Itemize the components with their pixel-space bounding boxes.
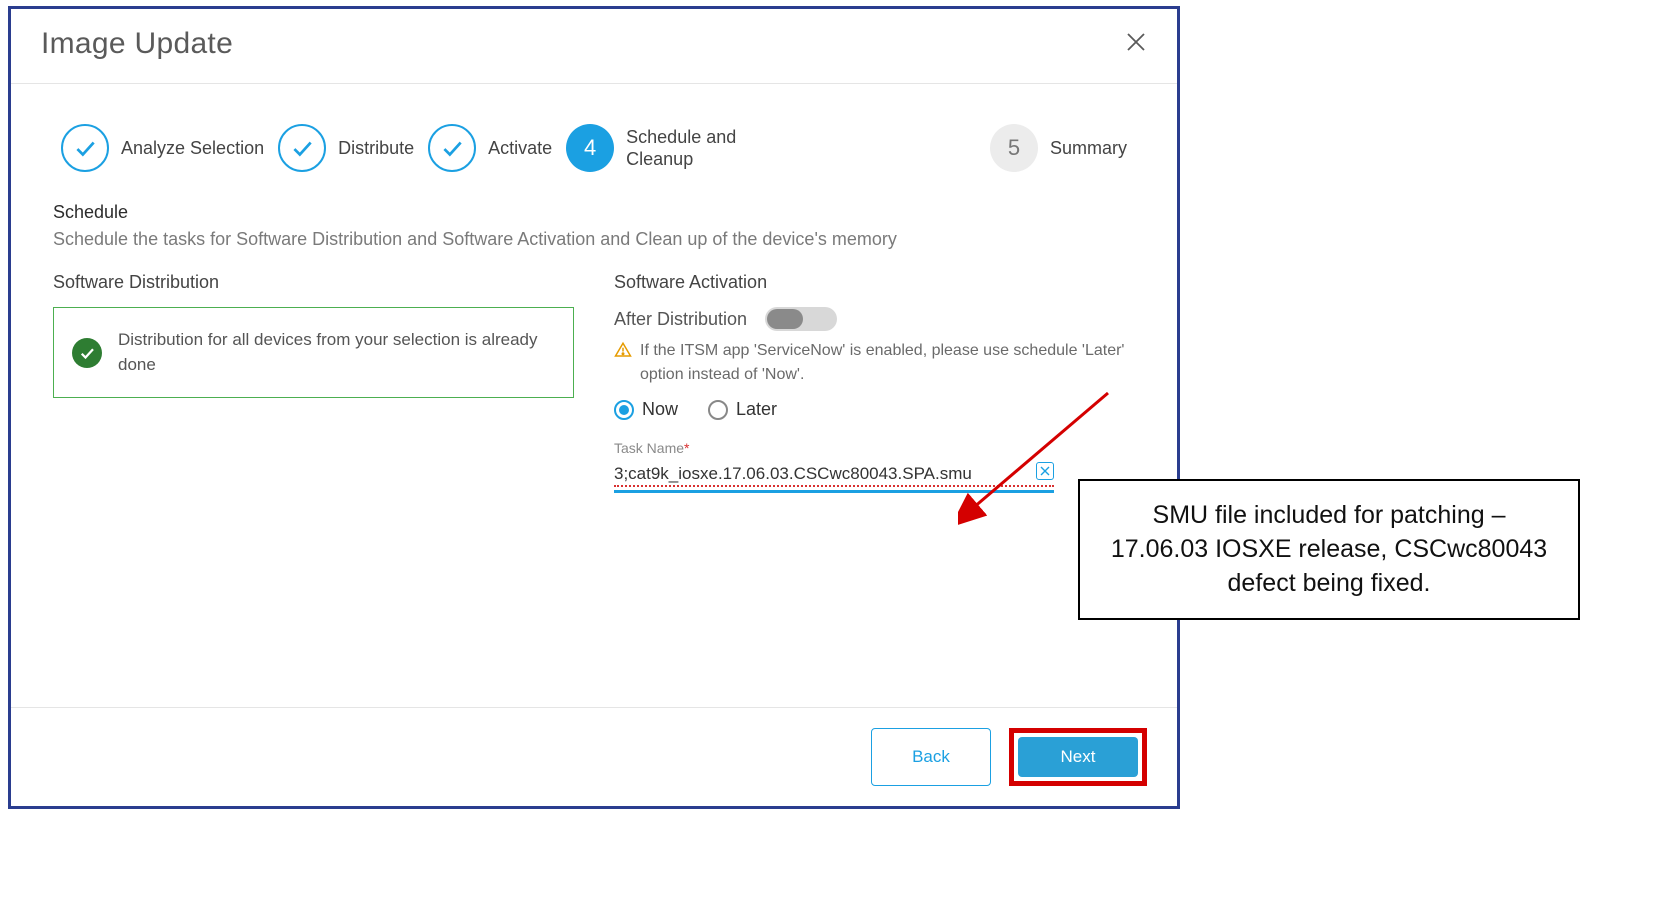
itsm-warning-text: If the ITSM app 'ServiceNow' is enabled,… [640, 339, 1135, 387]
distribution-status-text: Distribution for all devices from your s… [118, 328, 555, 377]
step-number-icon: 5 [990, 124, 1038, 172]
after-distribution-toggle[interactable] [765, 307, 837, 331]
distribution-status-box: Distribution for all devices from your s… [53, 307, 574, 398]
task-name-field-wrap [614, 460, 1054, 493]
after-distribution-label: After Distribution [614, 309, 747, 330]
modal-header: Image Update [11, 9, 1177, 84]
step-label: Analyze Selection [121, 138, 264, 159]
schedule-description: Schedule the tasks for Software Distribu… [53, 229, 1135, 250]
distribution-heading: Software Distribution [53, 272, 574, 293]
step-number-icon: 4 [566, 124, 614, 172]
schedule-radio-group: Now Later [614, 399, 1135, 420]
check-icon [428, 124, 476, 172]
image-update-modal: Image Update Analyze Selection Distribut… [8, 6, 1180, 809]
modal-footer: Back Next [11, 707, 1177, 806]
step-label: Activate [488, 138, 552, 159]
radio-later-label: Later [736, 399, 777, 420]
step-activate[interactable]: Activate [428, 124, 552, 172]
annotation-text: SMU file included for patching – 17.06.0… [1111, 501, 1547, 597]
step-summary[interactable]: 5 Summary [990, 124, 1127, 172]
radio-later[interactable]: Later [708, 399, 777, 420]
task-name-label: Task Name* [614, 440, 1135, 456]
wizard-stepper: Analyze Selection Distribute Activate 4 … [11, 84, 1177, 202]
next-button-highlight: Next [1009, 728, 1147, 786]
activation-heading: Software Activation [614, 272, 1135, 293]
success-check-icon [72, 338, 102, 368]
software-activation-panel: Software Activation After Distribution I… [614, 272, 1135, 493]
itsm-warning: If the ITSM app 'ServiceNow' is enabled,… [614, 339, 1135, 387]
software-distribution-panel: Software Distribution Distribution for a… [53, 272, 574, 493]
task-name-input[interactable] [614, 460, 1054, 493]
schedule-heading: Schedule [53, 202, 1135, 223]
radio-now-label: Now [642, 399, 678, 420]
radio-now[interactable]: Now [614, 399, 678, 420]
radio-icon [614, 400, 634, 420]
next-button[interactable]: Next [1018, 737, 1138, 777]
modal-title: Image Update [41, 27, 233, 61]
back-button[interactable]: Back [871, 728, 991, 786]
check-icon [61, 124, 109, 172]
check-icon [278, 124, 326, 172]
step-label: Summary [1050, 138, 1127, 159]
warning-icon [614, 341, 632, 387]
annotation-callout: SMU file included for patching – 17.06.0… [1078, 479, 1580, 620]
step-label: Distribute [338, 138, 414, 159]
step-distribute[interactable]: Distribute [278, 124, 414, 172]
step-schedule-cleanup[interactable]: 4 Schedule and Cleanup [566, 124, 766, 172]
clear-input-icon[interactable] [1036, 462, 1054, 480]
radio-icon [708, 400, 728, 420]
close-icon[interactable] [1125, 29, 1147, 60]
step-label: Schedule and Cleanup [626, 126, 766, 171]
step-analyze[interactable]: Analyze Selection [61, 124, 264, 172]
